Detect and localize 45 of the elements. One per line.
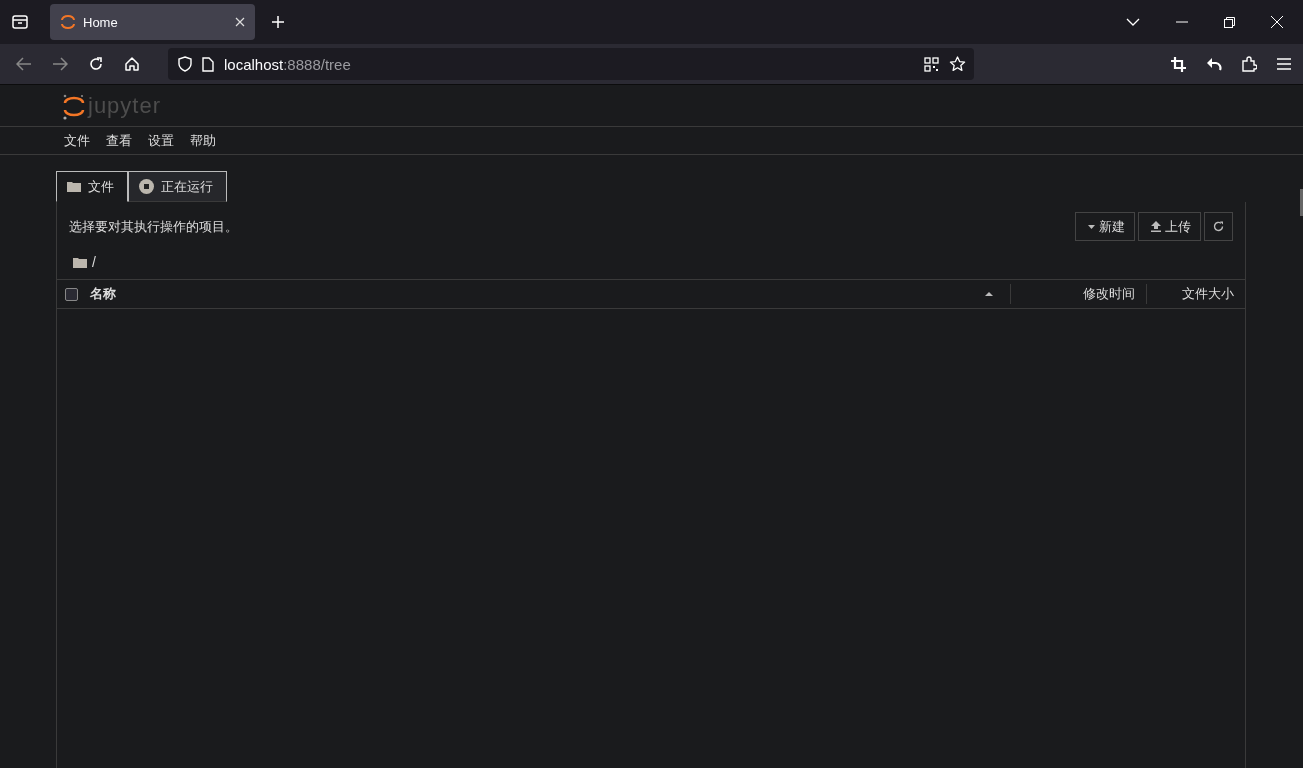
upload-icon	[1151, 221, 1161, 232]
column-header[interactable]: 名称	[90, 285, 985, 303]
stop-circle-icon	[139, 179, 154, 194]
breadcrumb-link[interactable]: /	[92, 254, 96, 270]
star-icon[interactable]	[949, 56, 966, 72]
address-bar[interactable]: localhost:8888/tree	[168, 48, 974, 80]
refresh-icon	[1213, 221, 1224, 232]
back-icon[interactable]	[16, 57, 32, 71]
scrollbar-thumb[interactable]	[1300, 189, 1303, 216]
menu-item[interactable]: 文件	[64, 131, 90, 150]
forward-icon[interactable]	[52, 57, 68, 71]
hint-text: 选择要对其执行操作的项目。	[69, 217, 239, 236]
jupyter-logo-icon	[60, 14, 76, 30]
browser-tab[interactable]: Home	[50, 4, 255, 40]
reload-icon[interactable]	[88, 56, 104, 72]
menu-item[interactable]: 查看	[106, 131, 132, 150]
new-tab-icon[interactable]	[271, 15, 285, 29]
column-header[interactable]: 修改时间	[1010, 284, 1146, 304]
close-window-icon[interactable]	[1271, 16, 1283, 28]
restore-icon[interactable]	[1224, 16, 1235, 28]
tab-list-icon[interactable]	[11, 14, 29, 30]
caret-icon	[1088, 224, 1095, 229]
folder-icon[interactable]	[73, 256, 87, 268]
close-icon[interactable]	[235, 17, 245, 27]
menu-item[interactable]: 帮助	[190, 131, 216, 150]
home-icon[interactable]	[124, 56, 140, 72]
qr-code-icon[interactable]	[924, 56, 939, 72]
url-text: localhost:8888/tree	[224, 55, 351, 73]
refresh-button[interactable]	[1204, 212, 1233, 241]
select-all-checkbox[interactable]	[65, 287, 78, 301]
chevron-down-icon[interactable]	[1126, 18, 1140, 26]
column-header[interactable]: 文件大小	[1146, 284, 1245, 304]
menu-icon[interactable]	[1277, 58, 1291, 70]
sort-ascending-icon[interactable]	[985, 292, 993, 296]
folder-icon	[67, 181, 81, 192]
undo-arrow-icon[interactable]	[1206, 57, 1222, 71]
upload-button[interactable]: 上传	[1138, 212, 1201, 241]
puzzle-icon[interactable]	[1242, 56, 1257, 72]
tab[interactable]: 正在运行	[128, 171, 227, 202]
menu-item[interactable]: 设置	[148, 131, 174, 150]
crop-icon[interactable]	[1171, 56, 1186, 72]
shield-icon	[178, 56, 192, 72]
tab[interactable]: 文件	[56, 171, 128, 202]
new-button[interactable]: 新建	[1075, 212, 1135, 241]
page-icon	[202, 56, 214, 72]
